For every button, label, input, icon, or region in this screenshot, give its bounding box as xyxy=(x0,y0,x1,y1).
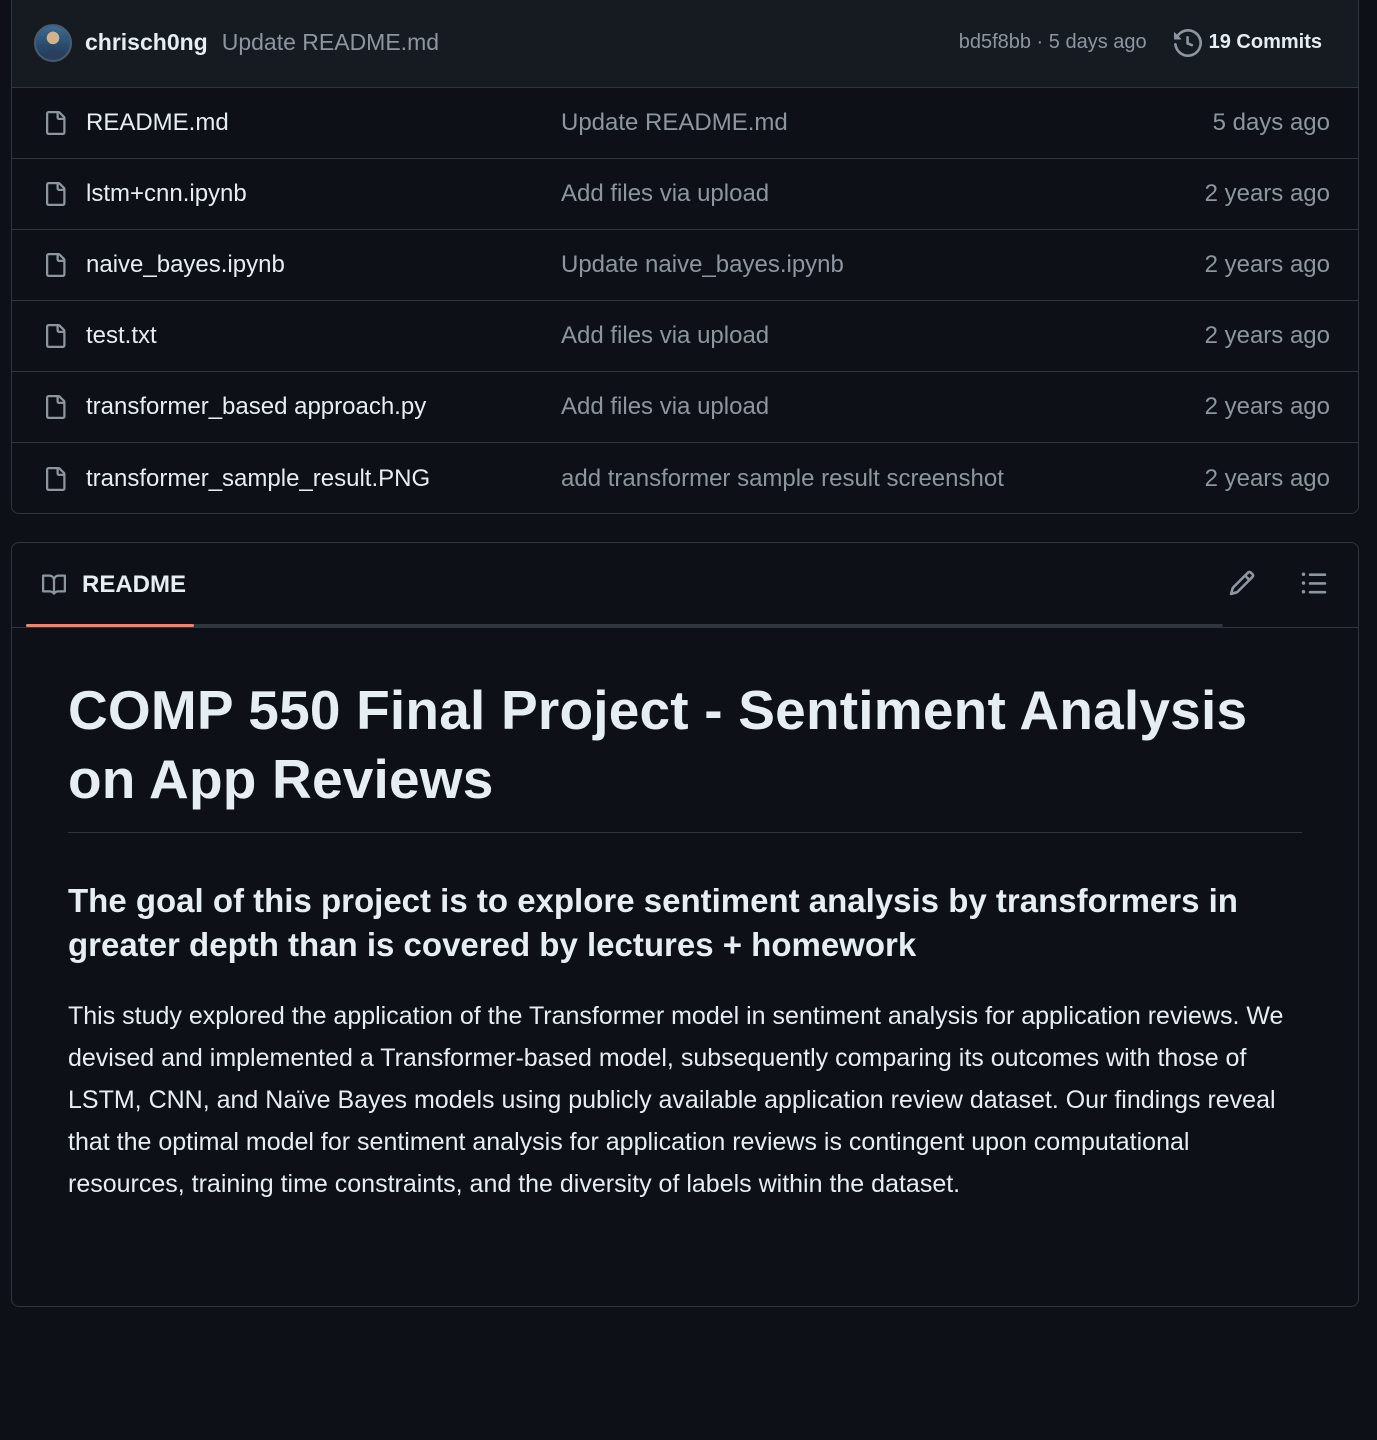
tab-readme-label: README xyxy=(82,571,187,598)
tab-track xyxy=(26,624,1223,627)
file-commit-age: 2 years ago xyxy=(1204,251,1330,278)
file-commit-message[interactable]: Update naive_bayes.ipynb xyxy=(561,251,1205,279)
pencil-icon[interactable] xyxy=(1226,567,1258,599)
avatar[interactable] xyxy=(34,23,72,62)
tab-readme[interactable]: README xyxy=(26,543,194,627)
history-icon[interactable] xyxy=(1173,28,1203,58)
file-name-link[interactable]: test.txt xyxy=(86,322,561,350)
file-icon xyxy=(42,464,68,494)
readme-header: README xyxy=(12,543,1358,628)
file-commit-message[interactable]: Add files via upload xyxy=(561,180,1205,208)
file-commit-message[interactable]: Add files via upload xyxy=(561,322,1205,350)
file-commit-age: 2 years ago xyxy=(1204,180,1330,207)
readme-subtitle: The goal of this project is to explore s… xyxy=(68,882,1238,963)
readme-box: README COMP 550 Final Project - Sentimen… xyxy=(11,542,1359,1307)
list-icon[interactable] xyxy=(1298,567,1330,599)
readme-body: COMP 550 Final Project - Sentiment Analy… xyxy=(12,628,1358,1205)
file-list-box: chrisch0ng Update README.md bd5f8bb · 5 … xyxy=(11,0,1359,514)
file-icon xyxy=(42,392,68,422)
book-icon xyxy=(39,573,69,597)
latest-commit-message[interactable]: Update README.md xyxy=(222,29,439,56)
file-commit-message[interactable]: add transformer sample result screenshot xyxy=(561,465,1205,493)
commit-hash-and-date[interactable]: bd5f8bb · 5 days ago xyxy=(959,31,1147,54)
file-row[interactable]: transformer_sample_result.PNG add transfo… xyxy=(12,443,1358,513)
file-commit-age: 2 years ago xyxy=(1204,464,1330,492)
file-name-link[interactable]: transformer_sample_result.PNG xyxy=(86,465,561,493)
tab-active-underline xyxy=(26,624,194,627)
file-icon xyxy=(42,321,68,351)
file-name-link[interactable]: transformer_based approach.py xyxy=(86,393,561,421)
file-icon xyxy=(42,108,68,138)
file-row[interactable]: lstm+cnn.ipynb Add files via upload 2 year… xyxy=(12,159,1358,230)
file-commit-age: 2 years ago xyxy=(1204,393,1330,420)
readme-actions xyxy=(1226,567,1330,599)
file-icon xyxy=(42,179,68,209)
file-icon xyxy=(42,250,68,280)
file-name-link[interactable]: lstm+cnn.ipynb xyxy=(86,180,561,208)
file-row[interactable]: README.md Update README.md 5 days ago xyxy=(12,88,1358,159)
file-commit-age: 2 years ago xyxy=(1204,322,1330,349)
file-name-link[interactable]: README.md xyxy=(86,109,561,137)
file-name-link[interactable]: naive_bayes.ipynb xyxy=(86,251,561,279)
file-commit-message[interactable]: Add files via upload xyxy=(561,393,1205,421)
latest-commit-bar: chrisch0ng Update README.md bd5f8bb · 5 … xyxy=(12,0,1358,88)
file-commit-age: 5 days ago xyxy=(1212,109,1330,136)
readme-paragraph: This study explored the application of t… xyxy=(68,1002,1284,1198)
commits-link[interactable]: 19 Commits xyxy=(1209,31,1322,54)
file-commit-message[interactable]: Update README.md xyxy=(561,109,1213,137)
file-row[interactable]: transformer_based approach.py Add files v… xyxy=(12,372,1358,443)
file-row[interactable]: naive_bayes.ipynb Update naive_bayes.ipyn… xyxy=(12,230,1358,301)
commit-author[interactable]: chrisch0ng xyxy=(85,29,208,56)
readme-title: COMP 550 Final Project - Sentiment Analy… xyxy=(68,676,1302,833)
file-row[interactable]: test.txt Add files via upload 2 years ago xyxy=(12,301,1358,372)
